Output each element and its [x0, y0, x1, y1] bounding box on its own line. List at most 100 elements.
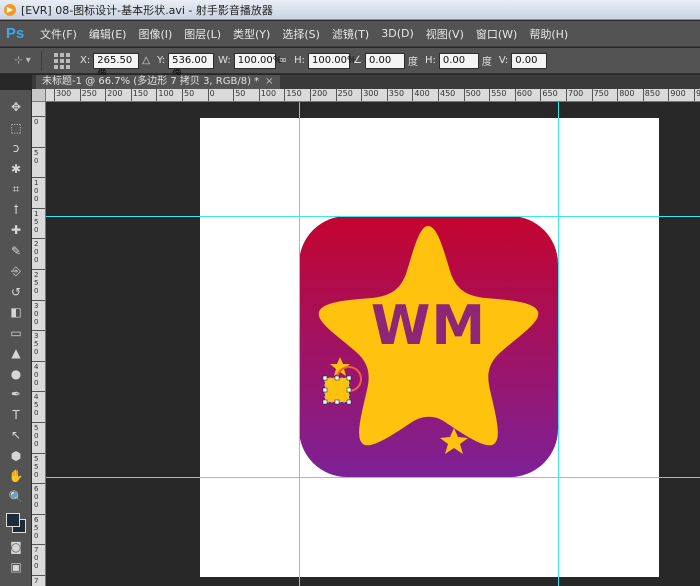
type-tool-icon[interactable]: T	[5, 406, 27, 424]
h-label: H:	[294, 55, 305, 66]
magic-wand-icon[interactable]: ✱	[5, 160, 27, 178]
ruler-label: 300	[34, 301, 39, 326]
photoshop-logo-icon: Ps	[5, 25, 25, 42]
ruler-tick	[32, 116, 45, 117]
menu-view[interactable]: 视图(V)	[420, 26, 470, 42]
window-title: [EVR] 08-图标设计-基本形状.avi - 射手影音播放器	[21, 3, 273, 17]
ruler-tick	[182, 89, 183, 101]
guide-vertical-left[interactable]	[299, 102, 300, 586]
ruler-label: 200	[34, 240, 39, 265]
ruler-tick	[32, 146, 45, 148]
ruler-tick	[32, 177, 45, 179]
menu-image[interactable]: 图像(I)	[132, 26, 178, 42]
width-field[interactable]: 100.00%	[233, 52, 282, 69]
ruler-label: 850	[644, 89, 661, 98]
ruler-tick	[32, 422, 45, 423]
player-app-icon: ▶	[4, 3, 16, 16]
ruler-label: 600	[34, 485, 39, 510]
ruler-tick	[32, 391, 45, 393]
menu-layer[interactable]: 图层(L)	[178, 26, 227, 42]
canvas-workspace[interactable]: WM	[46, 102, 700, 586]
x-position-field[interactable]: 265.50 像	[93, 52, 140, 80]
ruler-tick	[361, 89, 363, 101]
hand-tool-icon[interactable]: ✋	[5, 467, 27, 485]
brush-tool-icon[interactable]: ✎	[5, 242, 27, 260]
ruler-label: 700	[34, 546, 39, 571]
foreground-color-swatch[interactable]	[6, 513, 20, 527]
ruler-tick	[32, 207, 45, 209]
marquee-tool-icon[interactable]: ⬚	[5, 119, 27, 137]
ruler-tick	[32, 238, 45, 240]
close-tab-icon[interactable]: ×	[265, 76, 273, 87]
pen-tool-icon[interactable]: ✒	[5, 385, 27, 403]
path-selection-icon[interactable]: ↖	[5, 426, 27, 444]
angle-icon: ∠	[353, 55, 362, 66]
clone-stamp-icon[interactable]: ⎆	[5, 262, 27, 280]
hskew-field[interactable]: 0.00	[438, 52, 479, 69]
ruler-tick	[668, 89, 670, 101]
menu-3d[interactable]: 3D(D)	[375, 27, 420, 40]
vertical-ruler[interactable]: 0 50 100 150 200 250 300 350 400 450 500 550 600 650 7…	[32, 102, 46, 586]
menu-type[interactable]: 类型(Y)	[227, 26, 276, 42]
zoom-tool-icon[interactable]: 🔍	[5, 488, 27, 506]
guide-vertical-right[interactable]	[558, 102, 559, 586]
healing-brush-icon[interactable]: ✚	[5, 221, 27, 239]
guide-horizontal-bottom[interactable]	[46, 477, 700, 478]
options-bar: ⊹ ▾ X: 265.50 像 △ Y: 536.00 像 W: 100.00%…	[0, 48, 700, 80]
document-tab-title: 未标题-1 @ 66.7% (多边形 7 拷贝 3, RGB/8) *	[42, 76, 260, 87]
menu-select[interactable]: 选择(S)	[276, 26, 326, 42]
tool-preset-picker[interactable]: ⊹ ▾	[4, 50, 42, 71]
ruler-label: 250	[34, 271, 39, 295]
reference-point-icon[interactable]	[54, 52, 70, 69]
ruler-label: 900	[670, 89, 686, 98]
transform-tool-icon: ⊹ ▾	[14, 55, 31, 66]
ruler-tick	[412, 89, 414, 101]
link-icon[interactable]: ∞	[279, 55, 287, 66]
ruler-tick	[32, 299, 45, 301]
screen-mode-icon[interactable]: ▣	[5, 558, 27, 576]
gradient-tool-icon[interactable]: ▭	[5, 324, 27, 342]
ruler-label: 200	[312, 89, 328, 98]
ruler-tick	[54, 89, 55, 101]
dodge-tool-icon[interactable]: ●	[5, 365, 27, 383]
height-field[interactable]: 100.00%	[308, 52, 357, 69]
shape-tool-icon[interactable]: ⬢	[5, 447, 27, 465]
w-label: W:	[218, 55, 231, 66]
lasso-tool-icon[interactable]: ↄ	[5, 139, 27, 157]
rotation-field[interactable]: 0.00	[364, 52, 405, 69]
vskew-field[interactable]: 0.00	[511, 52, 548, 69]
history-brush-icon[interactable]: ↺	[5, 283, 27, 301]
ruler-label: 400	[414, 89, 430, 98]
horizontal-ruler[interactable]: 300 250 200 150 100 50 0 50 100 150 200 250 300 350 40…	[46, 89, 700, 102]
eraser-tool-icon[interactable]: ◧	[5, 303, 27, 321]
ruler-label: 750	[34, 577, 39, 586]
ruler-label: 650	[34, 515, 39, 540]
blur-tool-icon[interactable]: ▲	[5, 344, 27, 362]
delta-icon: △	[142, 55, 150, 66]
vskew-label: V:	[498, 55, 509, 66]
ruler-tick	[233, 89, 235, 101]
guide-horizontal-top[interactable]	[46, 216, 700, 217]
ruler-label: 300	[56, 89, 72, 98]
ruler-tick	[284, 89, 286, 101]
ruler-label: 500	[465, 89, 481, 98]
crop-tool-icon[interactable]: ⌗	[5, 180, 27, 198]
eyedropper-icon[interactable]: ꝉ	[5, 201, 27, 219]
y-position-field[interactable]: 536.00 像	[168, 52, 215, 80]
menu-filter[interactable]: 滤镜(T)	[326, 26, 375, 42]
ruler-origin[interactable]	[32, 89, 46, 102]
ruler-label: 450	[440, 89, 456, 98]
ruler-label: 250	[337, 89, 353, 98]
document-tab[interactable]: 未标题-1 @ 66.7% (多边形 7 拷贝 3, RGB/8) * ×	[36, 75, 280, 89]
menu-help[interactable]: 帮助(H)	[523, 26, 574, 42]
move-tool-icon[interactable]: ✥	[5, 98, 27, 116]
ruler-label: 950	[696, 89, 700, 98]
menu-edit[interactable]: 编辑(E)	[83, 26, 133, 42]
ruler-label: 400	[34, 362, 39, 387]
menu-file[interactable]: 文件(F)	[34, 26, 83, 42]
ruler-label: 200	[107, 89, 123, 98]
quick-mask-icon[interactable]: ◙	[5, 538, 27, 556]
ruler-label: 50	[184, 89, 195, 98]
ruler-tick	[32, 452, 45, 454]
menu-window[interactable]: 窗口(W)	[470, 26, 523, 42]
